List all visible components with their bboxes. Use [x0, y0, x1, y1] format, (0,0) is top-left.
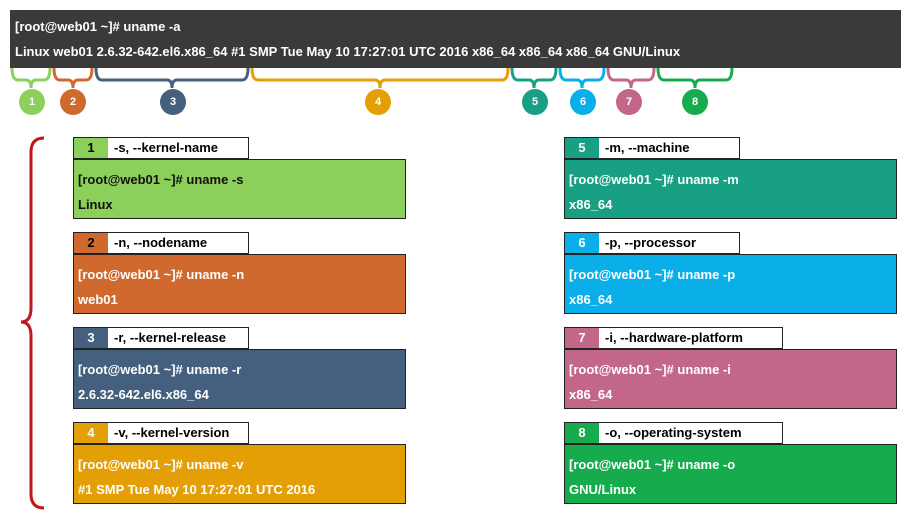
option-header-8: 8 -o, --operating-system — [564, 422, 783, 444]
option-number: 4 — [74, 423, 108, 443]
example-output: x86_64 — [569, 292, 613, 307]
option-number: 6 — [565, 233, 599, 253]
option-example-box-6: [root@web01 ~]# uname -p x86_64 — [564, 254, 897, 314]
option-number: 2 — [74, 233, 108, 253]
example-output: GNU/Linux — [569, 482, 637, 497]
segment-brace-6 — [558, 67, 606, 89]
option-header-4: 4 -v, --kernel-version — [73, 422, 249, 444]
segment-brace-2 — [52, 67, 94, 89]
callout-circle-4: 4 — [365, 89, 391, 115]
callout-circle-8: 8 — [682, 89, 708, 115]
callout-circle-3: 3 — [160, 89, 186, 115]
example-output: x86_64 — [569, 197, 613, 212]
segment-brace-5 — [510, 67, 558, 89]
option-flag: -m, --machine — [605, 140, 690, 155]
example-command: [root@web01 ~]# uname -v — [78, 457, 244, 472]
option-example-box-7: [root@web01 ~]# uname -i x86_64 — [564, 349, 897, 409]
callout-circle-5: 5 — [522, 89, 548, 115]
example-output: x86_64 — [569, 387, 613, 402]
option-flag: -i, --hardware-platform — [605, 330, 743, 345]
option-flag: -p, --processor — [605, 235, 697, 250]
example-output: web01 — [78, 292, 118, 307]
example-command: [root@web01 ~]# uname -p — [569, 267, 736, 282]
example-command: [root@web01 ~]# uname -n — [78, 267, 245, 282]
example-command: [root@web01 ~]# uname -r — [78, 362, 242, 377]
option-header-7: 7 -i, --hardware-platform — [564, 327, 783, 349]
option-flag: -n, --nodename — [114, 235, 208, 250]
option-example-box-4: [root@web01 ~]# uname -v #1 SMP Tue May 1… — [73, 444, 406, 504]
example-output: 2.6.32-642.el6.x86_64 — [78, 387, 209, 402]
callout-circle-1: 1 — [19, 89, 45, 115]
callout-circle-6: 6 — [570, 89, 596, 115]
option-header-6: 6 -p, --processor — [564, 232, 740, 254]
option-header-3: 3 -r, --kernel-release — [73, 327, 249, 349]
option-example-box-5: [root@web01 ~]# uname -m x86_64 — [564, 159, 897, 219]
option-header-2: 2 -n, --nodename — [73, 232, 249, 254]
option-header-5: 5 -m, --machine — [564, 137, 740, 159]
left-group-brace — [20, 136, 45, 510]
option-number: 5 — [565, 138, 599, 158]
example-output: Linux — [78, 197, 113, 212]
option-example-box-1: [root@web01 ~]# uname -s Linux — [73, 159, 406, 219]
option-header-1: 1 -s, --kernel-name — [73, 137, 249, 159]
segment-brace-7 — [606, 67, 656, 89]
option-flag: -v, --kernel-version — [114, 425, 230, 440]
option-example-box-8: [root@web01 ~]# uname -o GNU/Linux — [564, 444, 897, 504]
option-flag: -r, --kernel-release — [114, 330, 227, 345]
segment-brace-8 — [656, 67, 734, 89]
option-number: 1 — [74, 138, 108, 158]
option-example-box-3: [root@web01 ~]# uname -r 2.6.32-642.el6.x… — [73, 349, 406, 409]
callout-circle-2: 2 — [60, 89, 86, 115]
example-command: [root@web01 ~]# uname -m — [569, 172, 739, 187]
example-command: [root@web01 ~]# uname -i — [569, 362, 731, 377]
callout-circle-7: 7 — [616, 89, 642, 115]
example-output: #1 SMP Tue May 10 17:27:01 UTC 2016 — [78, 482, 316, 497]
option-example-box-2: [root@web01 ~]# uname -n web01 — [73, 254, 406, 314]
option-number: 7 — [565, 328, 599, 348]
example-command: [root@web01 ~]# uname -s — [78, 172, 244, 187]
option-flag: -o, --operating-system — [605, 425, 742, 440]
segment-brace-1 — [10, 67, 52, 89]
option-number: 8 — [565, 423, 599, 443]
segment-brace-4 — [250, 67, 510, 89]
option-number: 3 — [74, 328, 108, 348]
segment-brace-3 — [94, 67, 250, 89]
option-flag: -s, --kernel-name — [114, 140, 219, 155]
example-command: [root@web01 ~]# uname -o — [569, 457, 736, 472]
